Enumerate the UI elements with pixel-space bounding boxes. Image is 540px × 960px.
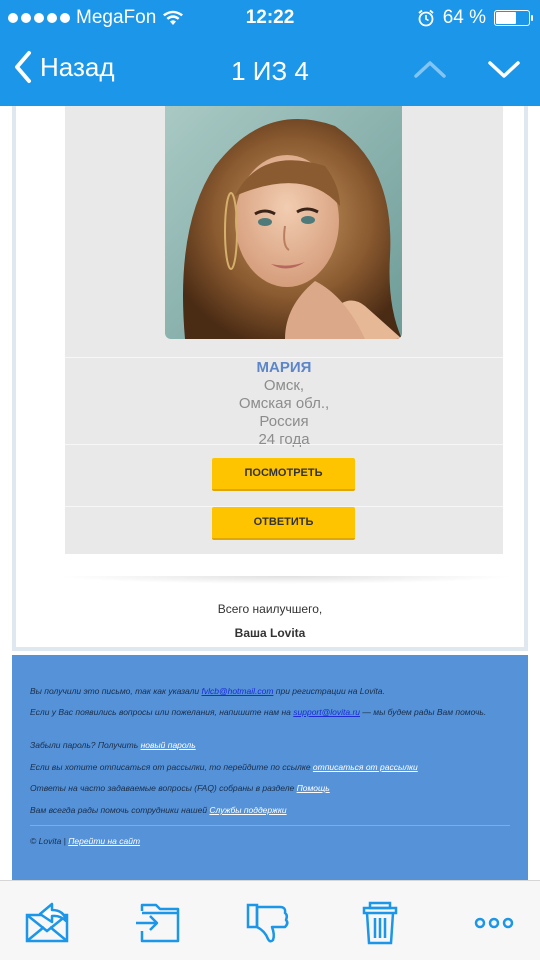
back-label: Назад xyxy=(40,51,115,82)
footer-copyright: © Lovita | Перейти на сайт xyxy=(30,836,141,846)
previous-message-button[interactable] xyxy=(412,54,448,84)
reply-mail-button[interactable] xyxy=(24,901,72,945)
battery-fill xyxy=(496,12,516,24)
profile-photo[interactable] xyxy=(165,106,402,339)
footer-divider xyxy=(30,825,510,826)
profile-city: Омск, xyxy=(263,377,305,394)
new-password-link[interactable]: новый пароль xyxy=(141,740,196,750)
trash-icon xyxy=(362,901,398,945)
divider xyxy=(65,357,503,358)
profile-name[interactable]: МАРИЯ xyxy=(65,359,503,376)
user-email-link[interactable]: fvlcb@hotmail.com xyxy=(202,686,274,696)
mail-reply-icon xyxy=(25,902,69,943)
reply-button[interactable]: ОТВЕТИТЬ xyxy=(212,507,355,540)
footer-registration-note: Вы получили это письмо, так как указали … xyxy=(30,686,385,696)
back-button[interactable]: Назад xyxy=(12,50,115,84)
more-button[interactable] xyxy=(470,901,518,945)
move-button[interactable] xyxy=(134,901,182,945)
view-profile-button[interactable]: ПОСМОТРЕТЬ xyxy=(212,458,355,491)
footer-password-note: Забыли пароль? Получить новый пароль xyxy=(30,740,196,750)
navigation-bar: Назад 1 ИЗ 4 xyxy=(0,36,540,106)
divider xyxy=(65,444,503,445)
signoff-greeting: Всего наилучшего, xyxy=(217,602,323,616)
footer-support-team-note: Вам всегда рады помочь сотрудники нашей … xyxy=(30,805,287,815)
profile-region: Омская обл., xyxy=(238,395,330,412)
status-right: 64 % xyxy=(417,7,533,29)
footer-faq-note: Ответы на часто задаваемые вопросы (FAQ)… xyxy=(30,783,330,793)
delete-button[interactable] xyxy=(356,901,404,945)
unsubscribe-link[interactable]: отписаться от рассылки xyxy=(313,762,418,772)
support-service-link[interactable]: Службы поддержки xyxy=(209,805,286,815)
go-to-site-link[interactable]: Перейти на сайт xyxy=(68,836,140,846)
support-email-link[interactable]: support@lovita.ru xyxy=(293,707,360,717)
signoff-signature: Ваша Lovita xyxy=(234,626,306,640)
spam-button[interactable] xyxy=(244,901,292,945)
help-link[interactable]: Помощь xyxy=(297,783,330,793)
profile-card: МАРИЯ Омск, Омская обл., Россия 24 года … xyxy=(65,106,503,554)
profile-country: Россия xyxy=(259,413,309,430)
email-frame: МАРИЯ Омск, Омская обл., Россия 24 года … xyxy=(12,106,528,651)
profile-age: 24 года xyxy=(258,431,310,448)
top-bar: MegaFon 12:22 64 % Назад 1 ИЗ 4 xyxy=(0,0,540,106)
next-message-button[interactable] xyxy=(486,54,522,84)
email-footer: Вы получили это письмо, так как указали … xyxy=(12,655,528,880)
portrait-image xyxy=(165,106,402,339)
card-shadow xyxy=(56,576,516,584)
battery-percent: 64 % xyxy=(442,7,486,28)
thumbs-down-icon xyxy=(246,903,289,943)
battery-icon xyxy=(494,10,533,26)
chevron-left-icon xyxy=(15,51,31,83)
footer-support-note: Если у Вас появились вопросы или пожелан… xyxy=(30,707,487,717)
move-to-folder-icon xyxy=(136,903,180,943)
status-bar: MegaFon 12:22 64 % xyxy=(0,0,540,36)
bottom-toolbar xyxy=(0,880,540,960)
footer-unsubscribe-note: Если вы хотите отписаться от рассылки, т… xyxy=(30,762,418,772)
more-icon xyxy=(474,917,514,929)
email-body[interactable]: МАРИЯ Омск, Омская обл., Россия 24 года … xyxy=(0,106,540,880)
alarm-icon xyxy=(418,9,434,27)
